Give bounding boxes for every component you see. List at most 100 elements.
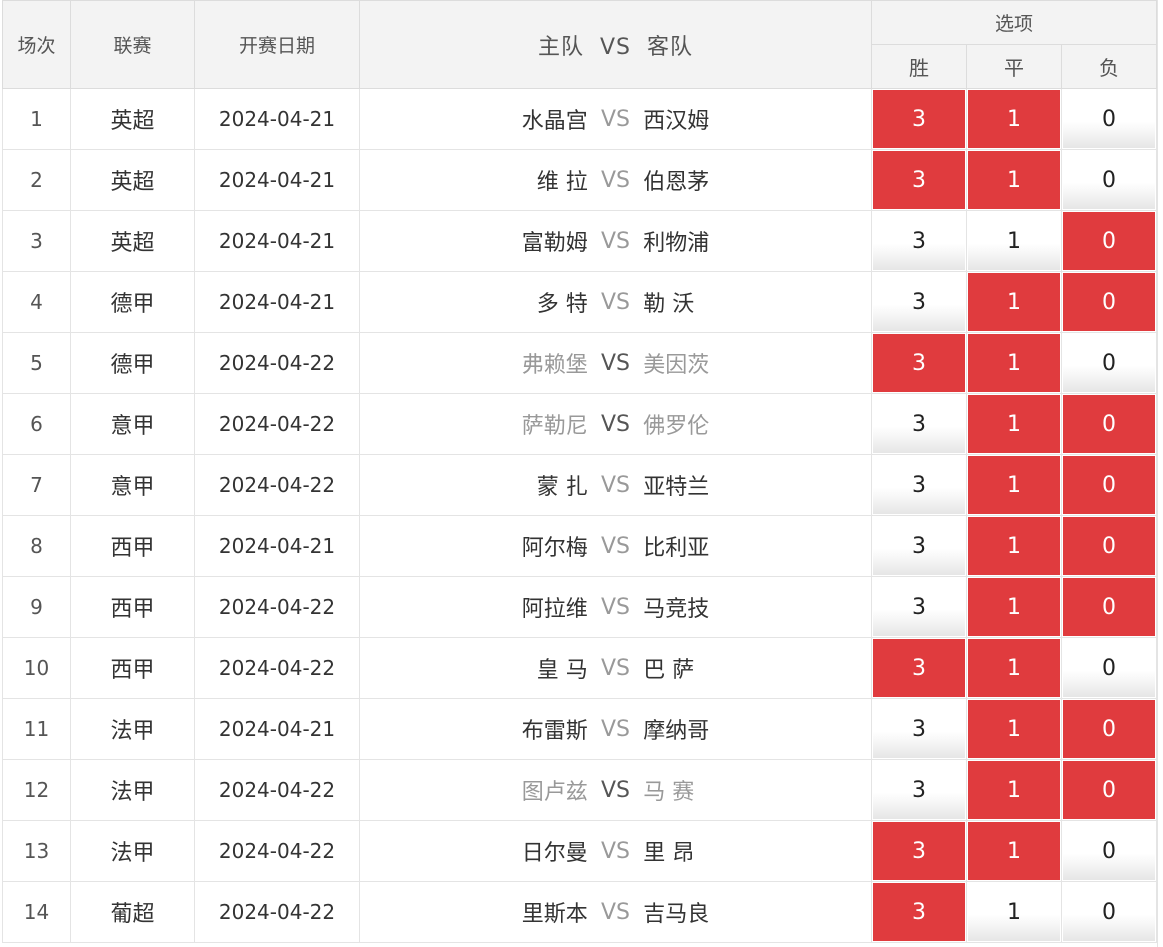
header-options: 选项	[870, 0, 1158, 45]
match-number: 5	[2, 332, 71, 394]
match-date: 2024-04-22	[194, 820, 360, 882]
option-cell-draw: 1	[966, 759, 1062, 821]
option-cell-win: 3	[871, 454, 967, 516]
table-body: 1 英超 2024-04-21 水晶宫 VS 西汉姆 3 1 0 2 英超 2024-04-21 维 拉…	[2, 88, 1158, 943]
option-cell-win: 3	[871, 820, 967, 882]
away-team: 亚特兰	[643, 475, 710, 500]
home-team: 水晶宫	[521, 109, 588, 134]
vs-label: VS	[600, 899, 630, 925]
away-team: 比利亚	[643, 536, 710, 561]
option-win-button[interactable]: 3	[873, 883, 965, 941]
option-win-button[interactable]: 3	[873, 517, 965, 575]
option-draw-button[interactable]: 1	[968, 212, 1060, 270]
match-number: 11	[2, 698, 71, 760]
option-win-button[interactable]: 3	[873, 212, 965, 270]
option-draw-button[interactable]: 1	[968, 517, 1060, 575]
table-row: 4 德甲 2024-04-21 多 特 VS 勒 沃 310	[2, 271, 1158, 333]
match-teams: 阿尔梅 VS 比利亚	[359, 515, 872, 577]
option-win-button[interactable]: 3	[873, 822, 965, 880]
match-number: 7	[2, 454, 71, 516]
match-line: 维 拉 VS 伯恩茅	[360, 164, 871, 196]
home-team: 蒙 扎	[536, 475, 588, 500]
option-loss-button[interactable]: 0	[1063, 517, 1156, 575]
option-cell-draw: 1	[966, 149, 1062, 211]
home-team: 里斯本	[521, 902, 588, 927]
option-cell-draw: 1	[966, 393, 1062, 455]
option-draw-button[interactable]: 1	[968, 456, 1060, 514]
match-line: 富勒姆 VS 利物浦	[360, 225, 871, 257]
match-line: 弗赖堡 VS 美因茨	[360, 347, 871, 379]
match-number: 10	[2, 637, 71, 699]
away-team: 西汉姆	[643, 109, 710, 134]
option-draw-button[interactable]: 1	[968, 822, 1060, 880]
header-loss: 负	[1060, 44, 1158, 89]
option-draw-button[interactable]: 1	[968, 151, 1060, 209]
option-loss-button[interactable]: 0	[1063, 883, 1156, 941]
match-teams: 多 特 VS 勒 沃	[359, 271, 872, 333]
option-cell-draw: 1	[966, 210, 1062, 272]
option-loss-button[interactable]: 0	[1063, 273, 1156, 331]
option-draw-button[interactable]: 1	[968, 273, 1060, 331]
option-win-button[interactable]: 3	[873, 639, 965, 697]
table-header: 场次 联赛 开赛日期 主队 VS 客队 选项 胜 平 负	[2, 0, 1158, 89]
option-loss-button[interactable]: 0	[1063, 700, 1156, 758]
away-team: 马 赛	[643, 780, 695, 805]
option-loss-button[interactable]: 0	[1063, 395, 1156, 453]
match-line: 日尔曼 VS 里 昂	[360, 835, 871, 867]
option-loss-button[interactable]: 0	[1063, 456, 1156, 514]
option-draw-button[interactable]: 1	[968, 334, 1060, 392]
option-win-button[interactable]: 3	[873, 395, 965, 453]
option-loss-button[interactable]: 0	[1063, 334, 1156, 392]
league-name: 德甲	[70, 332, 195, 394]
option-win-button[interactable]: 3	[873, 761, 965, 819]
option-loss-button[interactable]: 0	[1063, 212, 1156, 270]
home-team: 图卢兹	[521, 780, 588, 805]
option-draw-button[interactable]: 1	[968, 578, 1060, 636]
option-draw-button[interactable]: 1	[968, 700, 1060, 758]
vs-label: VS	[600, 228, 630, 254]
option-cell-win: 3	[871, 210, 967, 272]
table-row: 8 西甲 2024-04-21 阿尔梅 VS 比利亚 3 1 0	[2, 515, 1158, 577]
table-row: 14 葡超 2024-04-22 里斯本 VS 吉马良 3 1 0	[2, 881, 1158, 943]
away-team: 美因茨	[643, 353, 710, 378]
match-teams: 布雷斯 VS 摩纳哥	[359, 698, 872, 760]
option-draw-button[interactable]: 1	[968, 761, 1060, 819]
home-team: 阿尔梅	[521, 536, 588, 561]
league-name: 法甲	[70, 820, 195, 882]
option-cell-draw: 1	[966, 271, 1062, 333]
option-loss-button[interactable]: 0	[1063, 90, 1156, 148]
match-number: 13	[2, 820, 71, 882]
option-loss-button[interactable]: 0	[1063, 639, 1156, 697]
option-win-button[interactable]: 3	[873, 151, 965, 209]
option-win-button[interactable]: 3	[873, 90, 965, 148]
option-loss-button[interactable]: 0	[1063, 578, 1156, 636]
option-win-button[interactable]: 3	[873, 700, 965, 758]
option-cell-loss: 0	[1061, 454, 1158, 516]
league-name: 英超	[70, 88, 195, 150]
league-name: 法甲	[70, 759, 195, 821]
match-line: 阿尔梅 VS 比利亚	[360, 530, 871, 562]
league-name: 意甲	[70, 393, 195, 455]
option-draw-button[interactable]: 1	[968, 395, 1060, 453]
match-number: 14	[2, 881, 71, 943]
option-cell-loss: 0	[1061, 393, 1158, 455]
option-win-button[interactable]: 3	[873, 578, 965, 636]
match-number: 4	[2, 271, 71, 333]
option-loss-button[interactable]: 0	[1063, 151, 1156, 209]
vs-label: VS	[600, 350, 630, 376]
header-win: 胜	[871, 44, 967, 89]
option-loss-button[interactable]: 0	[1063, 822, 1156, 880]
header-date: 开赛日期	[194, 0, 360, 89]
option-loss-button[interactable]: 0	[1063, 761, 1156, 819]
option-win-button[interactable]: 3	[873, 456, 965, 514]
league-name: 西甲	[70, 515, 195, 577]
option-win-button[interactable]: 3	[873, 273, 965, 331]
option-draw-button[interactable]: 1	[968, 90, 1060, 148]
option-win-button[interactable]: 3	[873, 334, 965, 392]
match-date: 2024-04-21	[194, 149, 360, 211]
match-number: 6	[2, 393, 71, 455]
option-cell-win: 3	[871, 149, 967, 211]
option-draw-button[interactable]: 1	[968, 639, 1060, 697]
option-draw-button[interactable]: 1	[968, 883, 1060, 941]
header-away: 客队	[647, 34, 694, 60]
